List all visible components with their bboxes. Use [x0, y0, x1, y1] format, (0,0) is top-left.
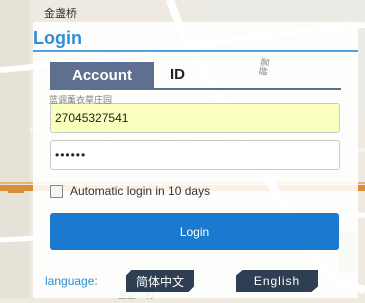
language-chinese-button[interactable]: 简体中文 — [126, 270, 194, 292]
password-input[interactable] — [50, 140, 340, 170]
login-button[interactable]: Login — [50, 213, 339, 250]
tab-account[interactable]: Account — [50, 62, 154, 88]
auto-login-label: Automatic login in 10 days — [70, 184, 211, 198]
tab-underline — [50, 88, 341, 90]
tab-id[interactable]: ID — [170, 66, 185, 83]
language-english-button[interactable]: English — [236, 270, 318, 292]
title-divider — [33, 50, 358, 52]
language-label: language: — [45, 274, 98, 288]
panel-title: Login — [33, 28, 82, 48]
auto-login-checkbox[interactable] — [50, 184, 63, 198]
map-label-lavender-manor: 蓝调薰衣草庄园 — [49, 96, 113, 106]
username-input[interactable] — [50, 103, 340, 133]
map-label-jinzhanqiao: 金盏桥 — [44, 7, 77, 20]
login-panel: Login Account ID Automatic login in 10 d… — [33, 22, 358, 298]
auto-login-option[interactable]: Automatic login in 10 days — [50, 184, 210, 198]
